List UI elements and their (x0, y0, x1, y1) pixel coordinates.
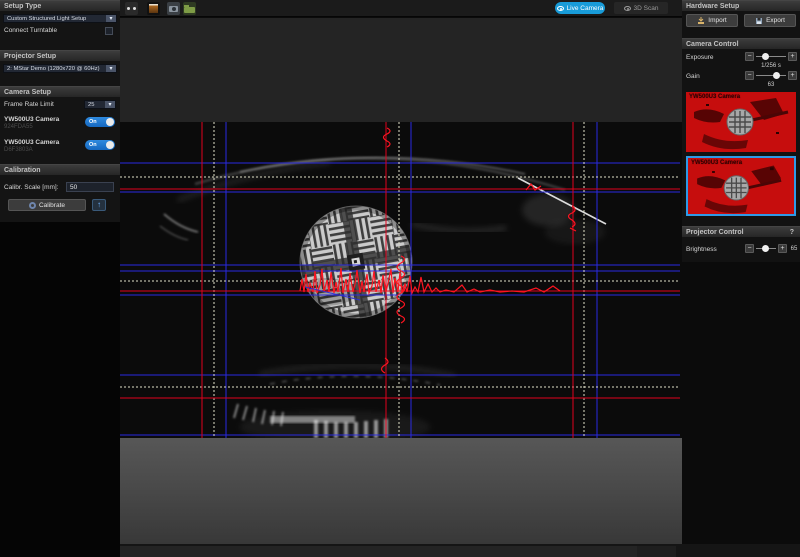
gain-slider[interactable]: − + (745, 71, 797, 80)
aperture-icon (29, 202, 36, 209)
eye-icon (624, 6, 631, 11)
gain-label: Gain (686, 73, 700, 80)
camera-thumbnail-2[interactable]: YW500U3 Camera (686, 156, 796, 216)
exposure-value: 1/256 s (745, 63, 797, 69)
export-label: Export (766, 17, 785, 24)
calibration-header: Calibration (0, 164, 120, 175)
camera-2-toggle[interactable]: On (85, 140, 115, 150)
projector-setup-header: Projector Setup (0, 50, 120, 61)
camera-setup-header: Camera Setup (0, 86, 120, 97)
calibr-scale-label: Calibr. Scale [mm]: (4, 184, 59, 191)
projector-select-value: 2: MStar Demo (1280x720 @ 60Hz) (4, 66, 106, 72)
stereo-view-icon[interactable] (125, 2, 138, 15)
slider-knob[interactable] (773, 72, 780, 79)
eye-icon (557, 6, 564, 11)
image-icon[interactable] (147, 2, 160, 15)
import-icon (697, 17, 705, 25)
camera-2-serial: D6F3803A (4, 147, 33, 153)
frame-rate-label: Frame Rate Limit (4, 101, 54, 108)
chevron-down-icon[interactable]: ▾ (105, 101, 115, 108)
brightness-label: Brightness (686, 246, 717, 253)
viewport-toolbar: Live Camera 3D Scan (120, 0, 682, 17)
camera-control-header: Camera Control (682, 38, 800, 49)
frame-rate-value: 25 (85, 102, 105, 108)
toggle-on-label: On (85, 119, 106, 125)
scan-3d-button[interactable]: 3D Scan (614, 2, 668, 14)
projector-select[interactable]: 2: MStar Demo (1280x720 @ 60Hz) ▾ (3, 64, 117, 73)
chevron-down-icon[interactable]: ▾ (106, 65, 116, 72)
exposure-slider[interactable]: − + (745, 52, 797, 61)
calibrate-button-label: Calibrate (39, 202, 65, 209)
minus-icon[interactable]: − (745, 244, 754, 253)
camera-2-name: YW500U3 Camera (4, 139, 59, 146)
camera-thumbnail-label: YW500U3 Camera (689, 94, 740, 100)
brightness-slider[interactable]: − + (745, 244, 787, 253)
camera-thumbnail-render (688, 158, 794, 214)
camera-1-name: YW500U3 Camera (4, 116, 59, 123)
live-camera-button[interactable]: Live Camera (555, 2, 605, 14)
exposure-label: Exposure (686, 54, 713, 61)
calibr-scale-input[interactable] (66, 182, 114, 192)
setup-sidebar: Setup Type Custom Structured Light Setup… (0, 0, 120, 222)
camera-view (120, 122, 680, 438)
slider-knob[interactable] (762, 245, 769, 252)
toggle-knob[interactable] (106, 118, 114, 126)
setup-type-select[interactable]: Custom Structured Light Setup ▾ (3, 14, 117, 23)
camera-thumbnail-1[interactable]: YW500U3 Camera (686, 92, 796, 152)
export-button[interactable]: Export (744, 14, 796, 27)
viewport-blank-region (120, 18, 682, 122)
minus-icon[interactable]: − (745, 71, 754, 80)
projector-control-header: Projector Control ? (682, 226, 800, 237)
camera-thumbnail-label: YW500U3 Camera (691, 160, 742, 166)
calibrate-button[interactable]: Calibrate (8, 199, 86, 211)
viewport-floor (120, 438, 682, 544)
toggle-on-label: On (85, 142, 106, 148)
minus-icon[interactable]: − (745, 52, 754, 61)
hardware-setup-header: Hardware Setup (682, 0, 800, 11)
brightness-value: 65 (788, 246, 800, 252)
calibrate-up-button[interactable]: ↑ (92, 199, 106, 211)
status-strip (120, 544, 800, 557)
help-icon[interactable]: ? (790, 227, 794, 237)
import-button[interactable]: Import (686, 14, 738, 27)
export-icon (755, 17, 763, 25)
camera-1-serial: 924FDA55 (4, 124, 33, 130)
slider-knob[interactable] (762, 53, 769, 60)
live-camera-label: Live Camera (567, 5, 604, 12)
toggle-knob[interactable] (106, 141, 114, 149)
import-label: Import (708, 17, 726, 24)
plus-icon[interactable]: + (788, 71, 797, 80)
arrow-up-icon: ↑ (97, 200, 101, 209)
hardware-sidebar: Hardware Setup Import Export Camera Cont… (682, 0, 800, 544)
connect-turntable-checkbox[interactable] (105, 27, 113, 35)
camera-thumbnail-render (686, 92, 796, 152)
folder-icon[interactable] (183, 2, 196, 15)
plus-icon[interactable]: + (788, 52, 797, 61)
camera-capture-icon[interactable] (167, 2, 180, 15)
camera-1-toggle[interactable]: On (85, 117, 115, 127)
plus-icon[interactable]: + (778, 244, 787, 253)
frame-rate-select[interactable]: 25 ▾ (84, 100, 116, 109)
chevron-down-icon[interactable]: ▾ (106, 15, 116, 22)
camera-view-render (120, 122, 680, 438)
setup-type-select-value: Custom Structured Light Setup (4, 16, 106, 22)
viewport-area: Live Camera 3D Scan (120, 0, 682, 544)
setup-type-header: Setup Type (0, 0, 120, 11)
connect-turntable-label: Connect Turntable (4, 27, 57, 34)
scanner-app: Setup Type Custom Structured Light Setup… (0, 0, 800, 557)
scan-3d-label: 3D Scan (634, 5, 659, 12)
gain-value: 63 (745, 82, 797, 88)
